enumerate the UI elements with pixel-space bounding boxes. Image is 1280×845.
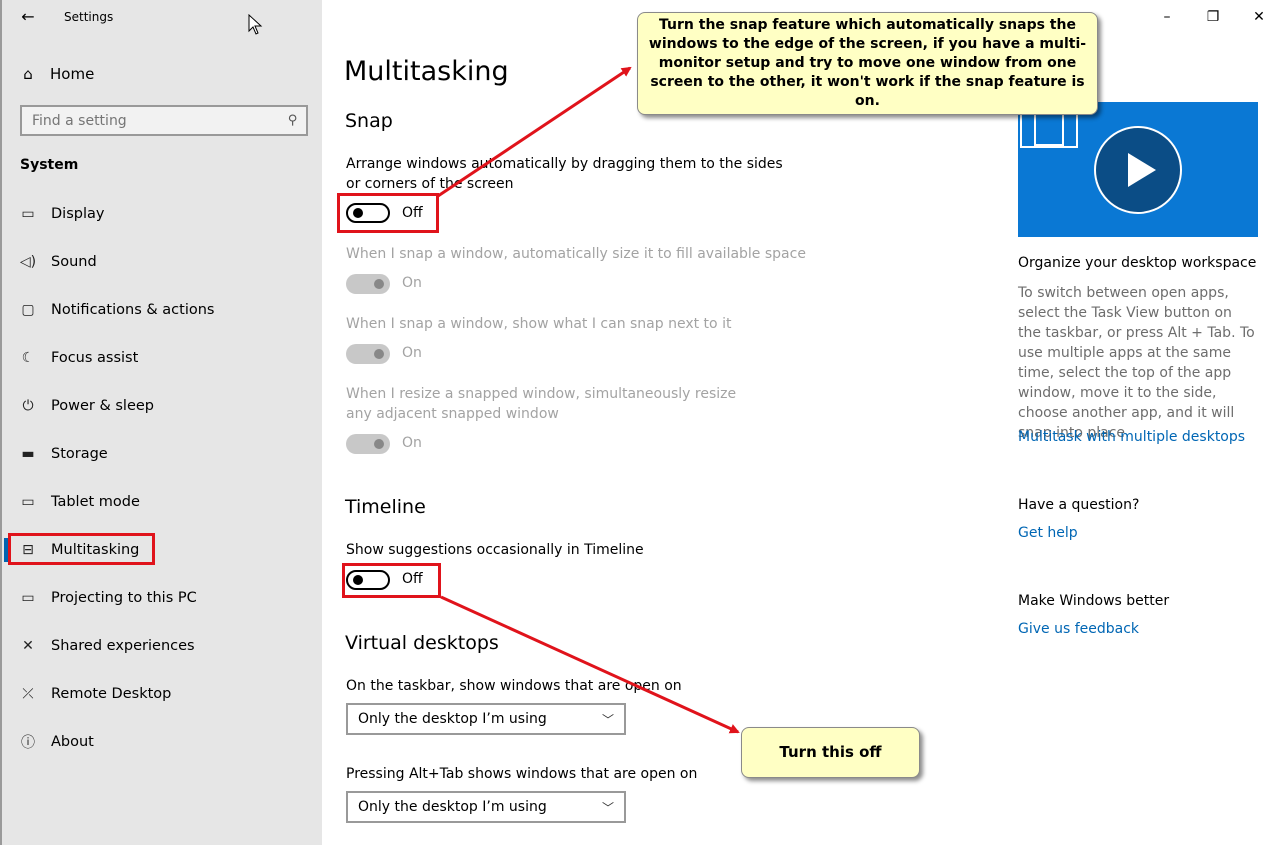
home-icon: ⌂ [23, 65, 33, 83]
taskbar-dropdown-value: Only the desktop I’m using [358, 711, 547, 727]
feedback-link[interactable]: Give us feedback [1018, 621, 1139, 637]
moon-icon: ☾ [21, 350, 35, 366]
timeline-callout: Turn this off [741, 727, 920, 778]
alttab-dropdown[interactable]: Only the desktop I’m using ﹀ [346, 791, 626, 823]
snap-fill-toggle[interactable] [346, 274, 390, 294]
projecting-icon: ▭ [21, 590, 35, 606]
storage-icon: ▬ [21, 446, 35, 462]
timeline-toggle[interactable] [346, 570, 390, 590]
virtual-desktops-heading: Virtual desktops [345, 632, 499, 654]
search-icon[interactable]: ⚲ [288, 113, 298, 128]
play-icon[interactable] [1094, 126, 1182, 214]
chevron-down-icon: ﹀ [601, 800, 614, 815]
annotation-box-multitasking [8, 533, 155, 565]
sidebar-item-power-sleep[interactable]: ⏻ Power & sleep [18, 393, 154, 419]
snap-arrange-description: Arrange windows automatically by draggin… [346, 156, 783, 192]
mouse-cursor-icon [248, 14, 263, 35]
snap-show-toggle[interactable] [346, 344, 390, 364]
snap-show-state: On [402, 345, 422, 361]
sidebar: ← Settings ⌂ Home ⚲ System ▭ Display ◁) … [0, 0, 322, 845]
tablet-icon: ▭ [21, 494, 35, 510]
sidebar-item-tablet-mode[interactable]: ▭ Tablet mode [18, 489, 140, 515]
sidebar-item-sound[interactable]: ◁) Sound [18, 249, 97, 275]
sidebar-item-notifications[interactable]: ▢ Notifications & actions [18, 297, 214, 323]
sidebar-item-about[interactable]: ⓘ About [18, 729, 94, 755]
workspace-heading: Organize your desktop workspace [1018, 255, 1257, 271]
sidebar-item-label: About [51, 734, 94, 750]
window-outline-icon [1034, 112, 1064, 146]
sidebar-item-label: Shared experiences [51, 638, 195, 654]
sidebar-item-focus-assist[interactable]: ☾ Focus assist [18, 345, 139, 371]
alttab-label: Pressing Alt+Tab shows windows that are … [346, 766, 698, 782]
sidebar-item-projecting[interactable]: ▭ Projecting to this PC [18, 585, 197, 611]
workspace-text: To switch between open apps, select the … [1018, 285, 1255, 441]
snap-arrange-state: Off [402, 205, 423, 221]
back-arrow-icon[interactable]: ← [16, 6, 40, 28]
snap-resize-state: On [402, 435, 422, 451]
snap-resize-toggle[interactable] [346, 434, 390, 454]
alttab-dropdown-value: Only the desktop I’m using [358, 799, 547, 815]
sidebar-item-label: Tablet mode [51, 494, 140, 510]
get-help-link[interactable]: Get help [1018, 525, 1078, 541]
power-icon: ⏻ [22, 398, 34, 414]
timeline-state: Off [402, 571, 423, 587]
section-header-system: System [20, 157, 79, 173]
timeline-heading: Timeline [345, 496, 426, 518]
sidebar-item-label: Power & sleep [51, 398, 154, 414]
remote-icon: ⤫ [22, 686, 34, 702]
home-label: Home [50, 65, 95, 83]
chevron-down-icon: ﹀ [601, 712, 614, 727]
sidebar-item-storage[interactable]: ▬ Storage [18, 441, 108, 467]
sidebar-item-label: Sound [51, 254, 97, 270]
restore-button[interactable]: ❐ [1198, 6, 1228, 28]
snap-callout: Turn the snap feature which automaticall… [637, 12, 1098, 115]
feedback-heading: Make Windows better [1018, 593, 1170, 609]
taskbar-dropdown[interactable]: Only the desktop I’m using ﹀ [346, 703, 626, 735]
snap-heading: Snap [345, 110, 393, 132]
sidebar-item-label: Display [51, 206, 105, 222]
snap-resize-description: When I resize a snapped window, simultan… [346, 386, 737, 422]
snap-fill-state: On [402, 275, 422, 291]
sidebar-item-label: Storage [51, 446, 108, 462]
snap-fill-description: When I snap a window, automatically size… [346, 246, 806, 262]
sidebar-item-label: Notifications & actions [51, 302, 215, 318]
taskbar-label: On the taskbar, show windows that are op… [346, 678, 682, 694]
multitask-link[interactable]: Multitask with multiple desktops [1018, 429, 1245, 445]
sidebar-item-label: Focus assist [51, 350, 139, 366]
question-heading: Have a question? [1018, 497, 1140, 513]
notifications-icon: ▢ [21, 302, 35, 318]
video-thumbnail[interactable] [1018, 102, 1258, 237]
snap-show-description: When I snap a window, show what I can sn… [346, 316, 732, 332]
app-title: Settings [64, 10, 114, 24]
search-box[interactable]: ⚲ [20, 105, 308, 136]
timeline-description: Show suggestions occasionally in Timelin… [346, 542, 644, 558]
sidebar-item-display[interactable]: ▭ Display [18, 201, 104, 227]
home-nav-item[interactable]: ⌂ Home [18, 62, 94, 86]
page-title: Multitasking [344, 56, 509, 87]
close-button[interactable]: ✕ [1244, 6, 1274, 28]
sidebar-item-label: Projecting to this PC [51, 590, 197, 606]
shared-icon: ✕ [22, 638, 34, 654]
sidebar-item-remote-desktop[interactable]: ⤫ Remote Desktop [18, 681, 171, 707]
sidebar-item-label: Remote Desktop [51, 686, 172, 702]
sidebar-item-shared-experiences[interactable]: ✕ Shared experiences [18, 633, 195, 659]
snap-arrange-toggle[interactable] [346, 203, 390, 223]
info-icon: ⓘ [21, 735, 35, 751]
sound-icon: ◁) [19, 254, 37, 270]
search-input[interactable] [32, 112, 289, 129]
minimize-button[interactable]: – [1152, 6, 1182, 28]
display-icon: ▭ [21, 206, 35, 222]
